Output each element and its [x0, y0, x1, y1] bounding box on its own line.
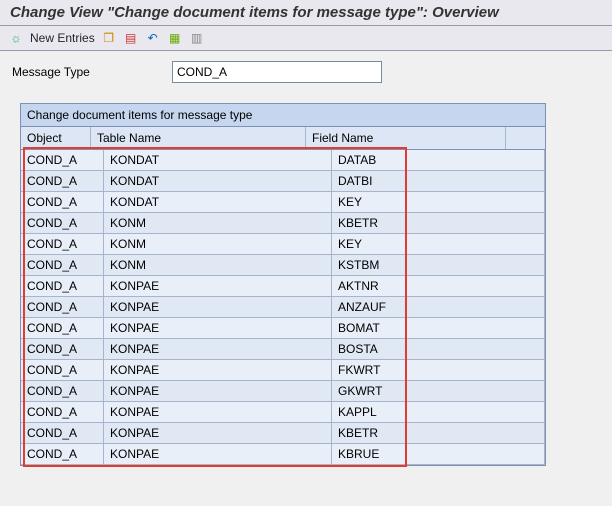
cell-object[interactable]: COND_A	[21, 381, 104, 401]
select-all-icon[interactable]: ▦	[167, 30, 183, 46]
cell-table-name[interactable]: KONPAE	[104, 423, 332, 443]
undo-icon[interactable]: ↶	[145, 30, 161, 46]
table-row[interactable]: COND_AKONPAEKBETR	[21, 423, 545, 444]
cell-table-name[interactable]: KONM	[104, 255, 332, 275]
table-row[interactable]: COND_AKONPAEKAPPL	[21, 402, 545, 423]
items-table: Change document items for message type O…	[20, 103, 546, 466]
col-field-name[interactable]: Field Name	[306, 127, 506, 149]
cell-field-name[interactable]: BOMAT	[332, 318, 545, 338]
cell-object[interactable]: COND_A	[21, 444, 104, 464]
cell-table-name[interactable]: KONPAE	[104, 297, 332, 317]
table-row[interactable]: COND_AKONMKSTBM	[21, 255, 545, 276]
cell-object[interactable]: COND_A	[21, 255, 104, 275]
message-type-input[interactable]	[172, 61, 382, 83]
toolbar: ☼ New Entries ❐ ▤ ↶ ▦ ▥	[0, 26, 612, 51]
cell-field-name[interactable]: KEY	[332, 234, 545, 254]
cell-object[interactable]: COND_A	[21, 192, 104, 212]
cell-object[interactable]: COND_A	[21, 423, 104, 443]
cell-field-name[interactable]: KAPPL	[332, 402, 545, 422]
cell-field-name[interactable]: KEY	[332, 192, 545, 212]
deselect-all-icon[interactable]: ▥	[189, 30, 205, 46]
cell-field-name[interactable]: ANZAUF	[332, 297, 545, 317]
table-row[interactable]: COND_AKONPAEGKWRT	[21, 381, 545, 402]
cell-field-name[interactable]: BOSTA	[332, 339, 545, 359]
cell-table-name[interactable]: KONPAE	[104, 402, 332, 422]
table-row[interactable]: COND_AKONPAEANZAUF	[21, 297, 545, 318]
cell-field-name[interactable]: KSTBM	[332, 255, 545, 275]
cell-field-name[interactable]: KBRUE	[332, 444, 545, 464]
col-object[interactable]: Object	[21, 127, 91, 149]
cell-table-name[interactable]: KONPAE	[104, 444, 332, 464]
cell-field-name[interactable]: DATBI	[332, 171, 545, 191]
cell-table-name[interactable]: KONPAE	[104, 381, 332, 401]
cell-object[interactable]: COND_A	[21, 234, 104, 254]
cell-table-name[interactable]: KONPAE	[104, 318, 332, 338]
new-entries-button[interactable]: New Entries	[30, 31, 95, 45]
table-row[interactable]: COND_AKONPAEBOSTA	[21, 339, 545, 360]
cell-object[interactable]: COND_A	[21, 213, 104, 233]
cell-object[interactable]: COND_A	[21, 318, 104, 338]
table-row[interactable]: COND_AKONMKEY	[21, 234, 545, 255]
page-title-text: Change View "Change document items for m…	[10, 4, 499, 21]
cell-object[interactable]: COND_A	[21, 150, 104, 170]
cell-table-name[interactable]: KONM	[104, 213, 332, 233]
table-row[interactable]: COND_AKONMKBETR	[21, 213, 545, 234]
cell-table-name[interactable]: KONPAE	[104, 360, 332, 380]
cell-object[interactable]: COND_A	[21, 360, 104, 380]
table-body: COND_AKONDATDATABCOND_AKONDATDATBICOND_A…	[21, 150, 545, 465]
table-header: Object Table Name Field Name	[21, 127, 545, 150]
expand-icon[interactable]: ☼	[8, 30, 24, 46]
col-table-name[interactable]: Table Name	[91, 127, 306, 149]
table-row[interactable]: COND_AKONDATKEY	[21, 192, 545, 213]
cell-field-name[interactable]: AKTNR	[332, 276, 545, 296]
cell-table-name[interactable]: KONM	[104, 234, 332, 254]
cell-object[interactable]: COND_A	[21, 171, 104, 191]
cell-field-name[interactable]: GKWRT	[332, 381, 545, 401]
table-row[interactable]: COND_AKONPAEBOMAT	[21, 318, 545, 339]
cell-table-name[interactable]: KONDAT	[104, 150, 332, 170]
message-type-row: Message Type	[0, 51, 612, 103]
message-type-label: Message Type	[12, 65, 162, 79]
cell-field-name[interactable]: DATAB	[332, 150, 545, 170]
cell-table-name[interactable]: KONDAT	[104, 171, 332, 191]
cell-object[interactable]: COND_A	[21, 297, 104, 317]
cell-object[interactable]: COND_A	[21, 276, 104, 296]
cell-field-name[interactable]: KBETR	[332, 213, 545, 233]
cell-table-name[interactable]: KONPAE	[104, 276, 332, 296]
copy-icon[interactable]: ❐	[101, 30, 117, 46]
table-row[interactable]: COND_AKONDATDATAB	[21, 150, 545, 171]
cell-table-name[interactable]: KONPAE	[104, 339, 332, 359]
table-title: Change document items for message type	[21, 104, 545, 127]
cell-field-name[interactable]: KBETR	[332, 423, 545, 443]
cell-field-name[interactable]: FKWRT	[332, 360, 545, 380]
table-row[interactable]: COND_AKONPAEFKWRT	[21, 360, 545, 381]
cell-table-name[interactable]: KONDAT	[104, 192, 332, 212]
table-row[interactable]: COND_AKONPAEKBRUE	[21, 444, 545, 465]
cell-object[interactable]: COND_A	[21, 339, 104, 359]
delete-icon[interactable]: ▤	[123, 30, 139, 46]
table-row[interactable]: COND_AKONPAEAKTNR	[21, 276, 545, 297]
cell-object[interactable]: COND_A	[21, 402, 104, 422]
page-title: Change View "Change document items for m…	[0, 0, 612, 26]
table-row[interactable]: COND_AKONDATDATBI	[21, 171, 545, 192]
